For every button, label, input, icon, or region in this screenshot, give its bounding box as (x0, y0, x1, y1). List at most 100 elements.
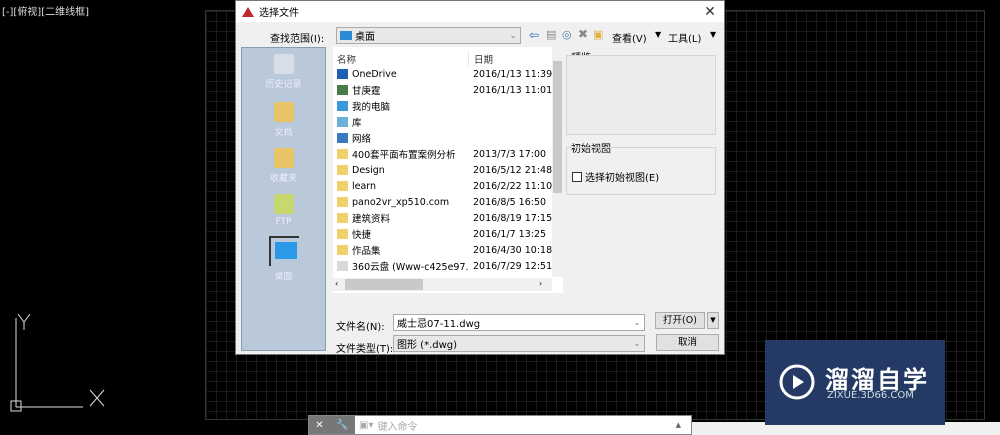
folder-icon (337, 181, 348, 191)
command-prompt-icon[interactable]: ▣▾ (359, 420, 373, 431)
sidebar-item-history[interactable]: 历史记录 (242, 54, 325, 90)
up-folder-icon[interactable]: ▤ (546, 28, 556, 41)
list-header: 名称 日期 (333, 51, 553, 67)
file-row[interactable]: 360云盘 (Www-c425e97... 2016/7/29 12:51 (333, 258, 553, 274)
chevron-down-icon[interactable]: ⌄ (630, 318, 644, 327)
column-header-date[interactable]: 日期 (468, 52, 493, 66)
file-date: 2016/1/13 11:39 (473, 68, 553, 80)
vertical-scrollbar[interactable] (552, 47, 563, 277)
delete-icon[interactable]: ✖ (578, 27, 588, 41)
favorites-icon (273, 148, 294, 168)
file-name-text: Design (352, 164, 385, 176)
file-row[interactable]: OneDrive 2016/1/13 11:39 (333, 66, 553, 82)
scrollbar-thumb[interactable] (345, 279, 423, 290)
file-name-text: 400套平面布置案例分析 (352, 150, 456, 161)
file-date: 2016/5/12 21:48 (473, 164, 553, 176)
file-row[interactable]: 甘庚霆 2016/1/13 11:01 (333, 82, 553, 98)
desktop-icon (340, 31, 352, 40)
view-dropdown-icon[interactable]: ▼ (655, 30, 661, 39)
file-row[interactable]: 我的电脑 (333, 98, 553, 114)
chevron-down-icon: ⌄ (633, 339, 641, 348)
checkbox-icon[interactable] (572, 171, 582, 182)
scrollbar-thumb[interactable] (553, 61, 562, 193)
command-line-controls: ✕ 🔧 (309, 416, 355, 434)
open-button[interactable]: 打开(O) (655, 312, 705, 329)
file-row[interactable]: 网络 (333, 130, 553, 146)
tools-menu[interactable]: 工具(L) (668, 30, 701, 45)
initial-view-checkbox[interactable]: 选择初始视图(E) (572, 169, 659, 184)
view-menu[interactable]: 查看(V) (612, 30, 647, 45)
file-name-text: 360云盘 (Www-c425e97... (352, 262, 468, 273)
file-row[interactable]: 400套平面布置案例分析 2013/7/3 17:00 (333, 146, 553, 162)
file-name-text: 甘庚霆 (352, 86, 381, 97)
file-name: pano2vr_xp510.com (333, 197, 468, 208)
file-name: 建筑资料 (333, 211, 468, 225)
back-icon[interactable]: ⇦ (529, 28, 539, 42)
file-name: learn (333, 181, 468, 192)
viewport-controls[interactable]: [-][俯视][二维线框] (2, 3, 89, 18)
file-row[interactable]: pano2vr_xp510.com 2016/8/5 16:50 (333, 194, 553, 210)
file-row[interactable]: 建筑资料 2016/8/19 17:15 (333, 210, 553, 226)
column-header-name[interactable]: 名称 (333, 52, 468, 66)
new-folder-icon[interactable]: ▣ (593, 28, 603, 41)
select-file-dialog: 选择文件 ✕ 查找范围(I): 桌面 ⌄ ⇦ ▤ ◎ ✖ ▣ 查看(V) ▼ 工… (235, 0, 725, 355)
filename-value: 威士忌07-11.dwg (397, 319, 481, 330)
file-row[interactable]: 快捷 2016/1/7 13:25 (333, 226, 553, 242)
sidebar-item-documents[interactable]: 文档 (242, 102, 325, 138)
sidebar-label: 历史记录 (265, 80, 302, 90)
file-name: 快捷 (333, 227, 468, 241)
sidebar-label: 桌面 (274, 272, 293, 282)
command-line[interactable]: ✕ 🔧 ▣▾ 键入命令 ▲ (308, 415, 692, 435)
filetype-dropdown[interactable]: 图形 (*.dwg) ⌄ (393, 335, 645, 352)
file-name-text: pano2vr_xp510.com (352, 196, 450, 208)
folder-icon (337, 213, 348, 223)
file-date: 2016/8/19 17:15 (473, 212, 553, 224)
play-logo-icon (779, 364, 815, 400)
file-row[interactable]: learn 2016/2/22 11:10 (333, 178, 553, 194)
open-options-button[interactable]: ▼ (707, 312, 719, 329)
file-list[interactable]: 名称 日期 OneDrive 2016/1/13 11:39 甘庚霆 2016/1/1… (333, 47, 563, 293)
watermark: 溜溜自学 ZIXUE.3D66.COM (765, 340, 945, 425)
wrench-icon[interactable]: 🔧 (336, 420, 348, 431)
file-name-text: learn (352, 180, 377, 192)
lookin-value: 桌面 (355, 32, 375, 43)
lookin-label: 查找范围(I): (270, 34, 325, 45)
file-name-text: 网络 (352, 134, 372, 145)
ftp-icon (273, 194, 294, 214)
sidebar-item-ftp[interactable]: FTP (242, 194, 325, 227)
command-history-icon[interactable]: ▲ (676, 421, 681, 429)
dialog-title: 选择文件 (259, 8, 299, 19)
close-icon[interactable]: ✕ (696, 4, 724, 20)
search-web-icon[interactable]: ◎ (562, 28, 572, 41)
folder-icon (337, 165, 348, 175)
file-name-text: 我的电脑 (352, 102, 391, 113)
file-row[interactable]: 库 (333, 114, 553, 130)
filename-input[interactable]: 威士忌07-11.dwg ⌄ (393, 314, 645, 331)
file-date: 2016/7/29 12:51 (473, 260, 553, 272)
chevron-down-icon: ⌄ (509, 31, 517, 40)
cancel-button[interactable]: 取消 (656, 334, 719, 351)
file-name: 360云盘 (Www-c425e97... (333, 259, 468, 273)
sidebar-item-desktop[interactable]: 桌面 (242, 236, 325, 282)
preview-pane (566, 55, 716, 135)
filetype-value: 图形 (*.dwg) (397, 340, 458, 351)
file-date: 2016/2/22 11:10 (473, 180, 553, 192)
computer-icon (337, 101, 348, 111)
cloud-icon (337, 69, 348, 79)
file-name: Design (333, 165, 468, 176)
close-icon[interactable]: ✕ (315, 420, 323, 431)
sidebar-label: 收藏夹 (269, 174, 297, 184)
horizontal-scrollbar[interactable]: ‹ › (333, 278, 552, 291)
places-sidebar: 历史记录 文档 收藏夹 FTP 桌面 (241, 47, 326, 351)
command-input[interactable]: 键入命令 (377, 418, 417, 433)
file-row[interactable]: 作品集 2016/4/30 10:18 (333, 242, 553, 258)
file-date: 2016/1/7 13:25 (473, 228, 547, 240)
lookin-dropdown[interactable]: 桌面 ⌄ (336, 27, 521, 44)
file-date: 2016/4/30 10:18 (473, 244, 553, 256)
file-name: 我的电脑 (333, 99, 468, 113)
file-row[interactable]: Design 2016/5/12 21:48 (333, 162, 553, 178)
tools-dropdown-icon[interactable]: ▼ (710, 30, 716, 39)
sidebar-item-favorites[interactable]: 收藏夹 (242, 148, 325, 184)
documents-icon (273, 102, 294, 122)
file-name: 作品集 (333, 243, 468, 257)
